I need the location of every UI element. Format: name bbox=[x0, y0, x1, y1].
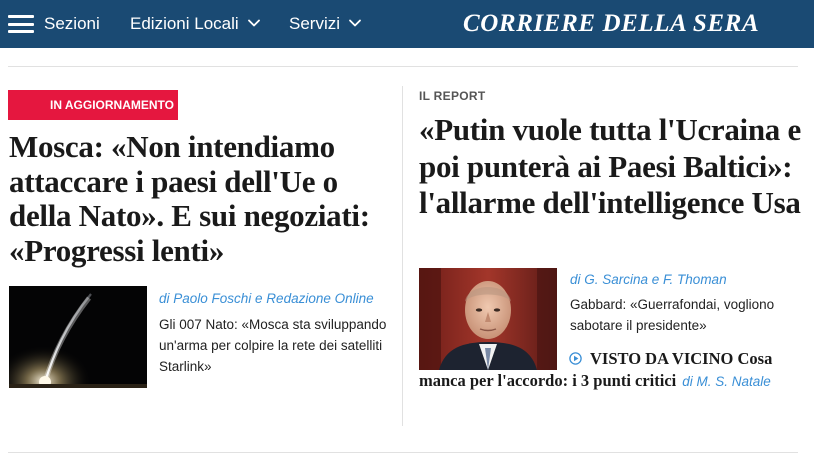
top-navigation-bar: Sezioni Edizioni Locali Servizi CORRIERE… bbox=[0, 0, 814, 48]
related-article-link[interactable]: VISTO DA VICINO Cosa manca per l'accordo… bbox=[419, 348, 804, 393]
section-kicker: IL REPORT bbox=[419, 89, 486, 103]
rocket-launch-photo[interactable] bbox=[9, 286, 147, 388]
nav-edizioni-locali-label: Edizioni Locali bbox=[130, 14, 239, 33]
chevron-down-icon bbox=[247, 19, 260, 27]
chevron-down-icon bbox=[349, 19, 361, 27]
nav-sezioni-label: Sezioni bbox=[44, 14, 100, 33]
lead-headline-right[interactable]: «Putin vuole tutta l'Ucraina e poi punte… bbox=[419, 112, 804, 222]
nav-servizi-label: Servizi bbox=[289, 14, 341, 33]
related-byline[interactable]: di M. S. Natale bbox=[682, 374, 771, 389]
summary-left[interactable]: Gli 007 Nato: «Mosca sta sviluppando un'… bbox=[159, 314, 391, 377]
lead-headline-left[interactable]: Mosca: «Non intendiamo attaccare i paesi… bbox=[9, 129, 394, 268]
site-logo[interactable]: CORRIERE DELLA SERA bbox=[463, 9, 759, 39]
hamburger-menu-icon[interactable] bbox=[8, 15, 34, 33]
rocket-launch-image bbox=[9, 286, 147, 388]
byline-right[interactable]: di G. Sarcina e F. Thoman bbox=[570, 272, 727, 287]
section-divider-top bbox=[8, 66, 798, 67]
play-icon bbox=[569, 352, 582, 365]
byline-left[interactable]: di Paolo Foschi e Redazione Online bbox=[159, 291, 374, 306]
nav-servizi-dropdown[interactable]: Servizi bbox=[289, 0, 362, 48]
live-update-badge: IN AGGIORNAMENTO bbox=[8, 90, 178, 120]
section-divider-bottom bbox=[8, 452, 798, 453]
nav-edizioni-locali-dropdown[interactable]: Edizioni Locali bbox=[130, 0, 261, 48]
nav-sezioni[interactable]: Sezioni bbox=[44, 0, 100, 48]
column-divider bbox=[402, 86, 403, 426]
summary-right[interactable]: Gabbard: «Guerrafondai, vogliono sabotar… bbox=[570, 294, 802, 336]
